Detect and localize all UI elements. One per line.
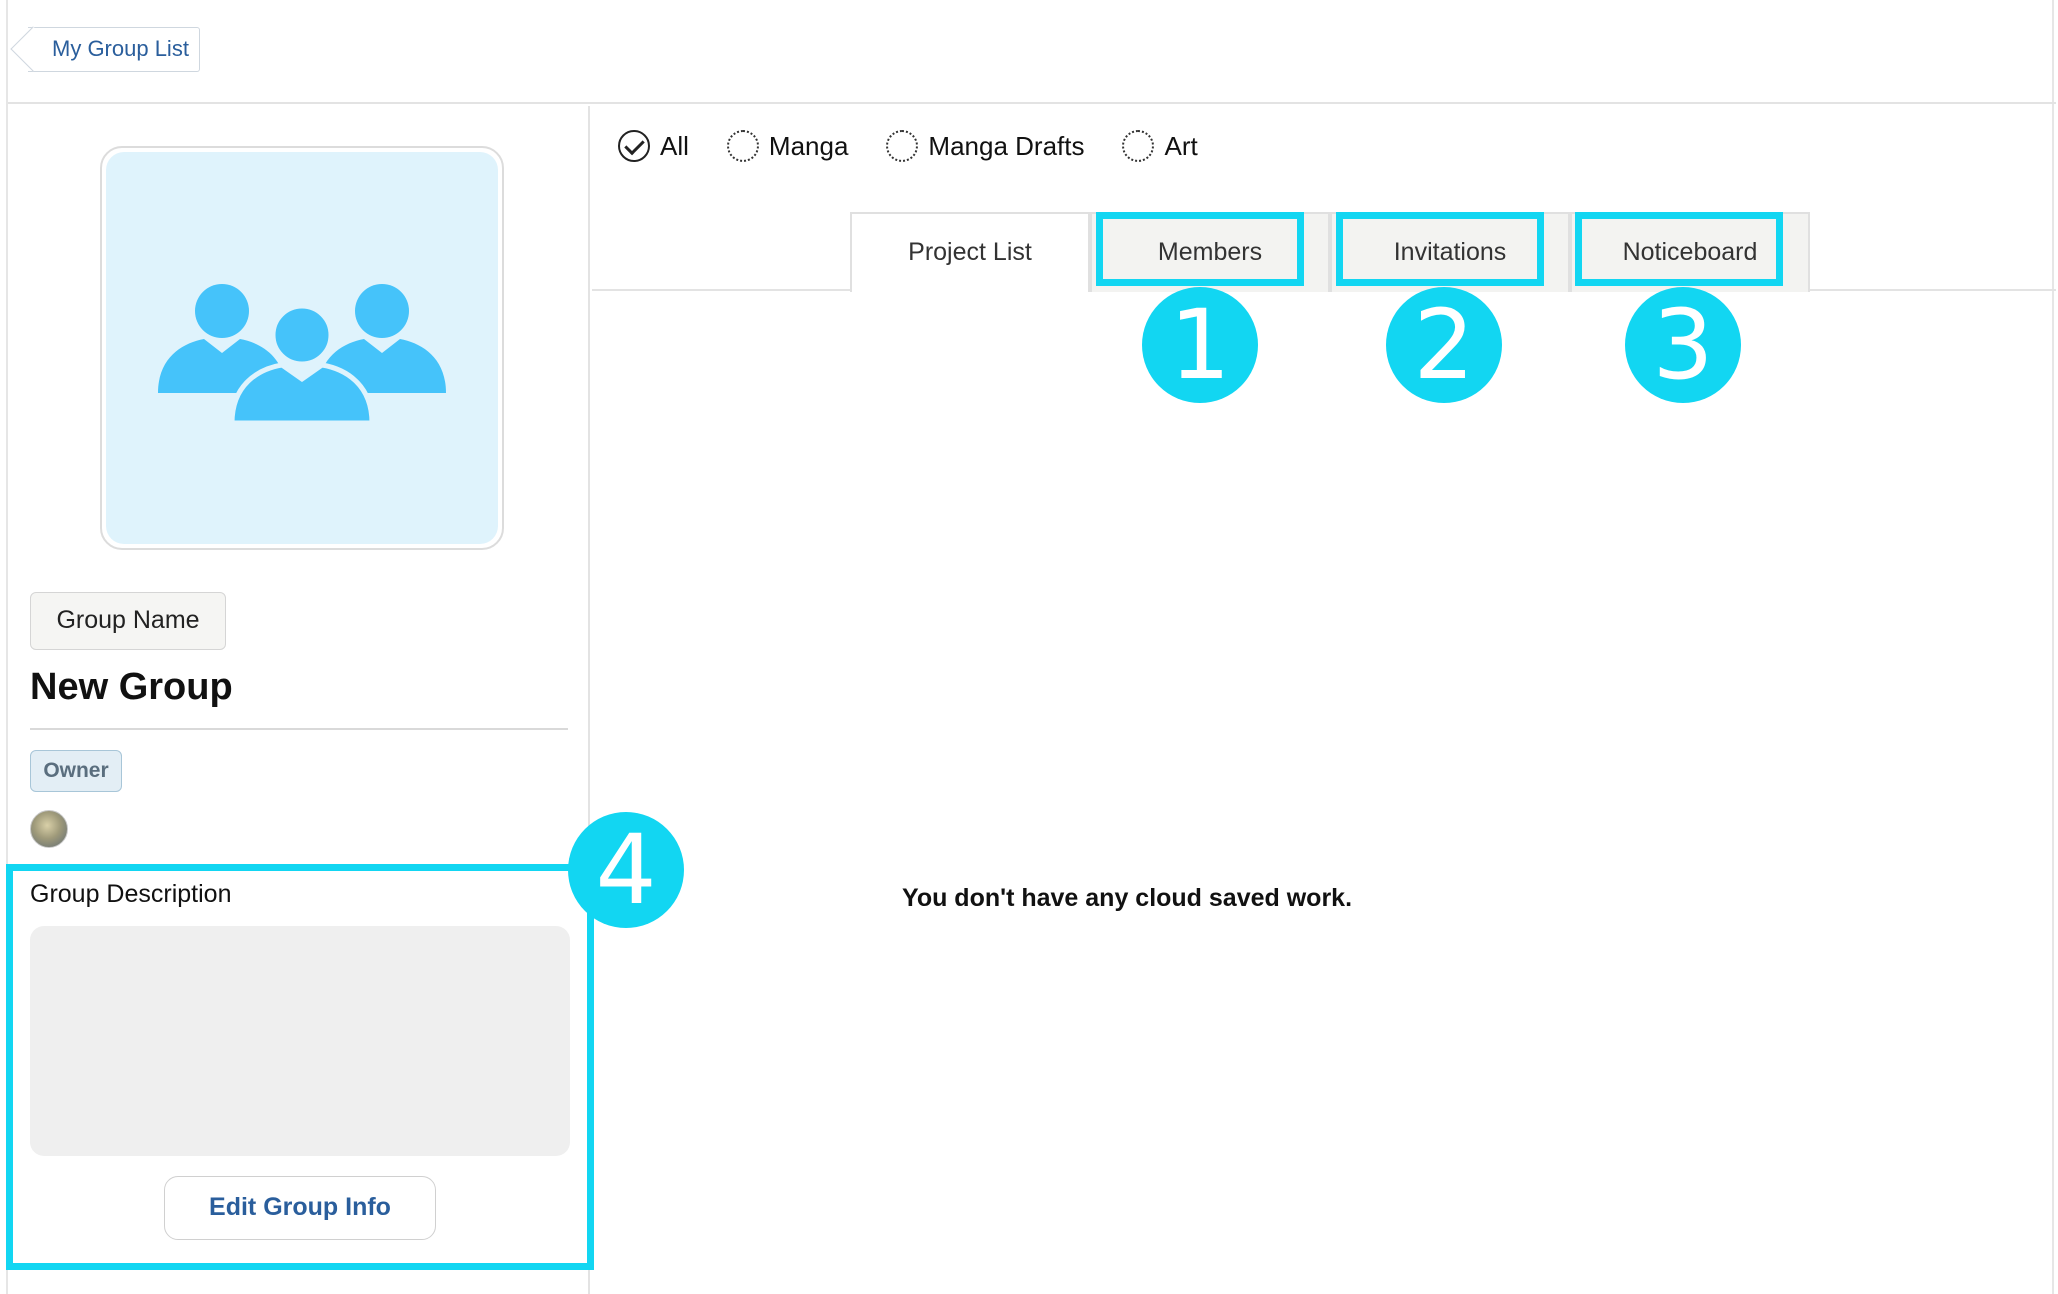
filter-manga-drafts[interactable]: Manga Drafts: [886, 130, 1084, 162]
radio-circle-icon: [1122, 130, 1155, 162]
filter-label: Art: [1164, 130, 1198, 161]
annotation-number-2: 2: [1386, 287, 1502, 403]
owner-badge: Owner: [30, 750, 122, 792]
main-content: All Manga Manga Drafts Art Project List …: [592, 106, 2056, 1294]
filter-art[interactable]: Art: [1122, 130, 1198, 162]
radio-circle-icon: [726, 130, 759, 162]
group-name-button[interactable]: Group Name: [30, 592, 226, 650]
tab-project-list[interactable]: Project List: [850, 212, 1090, 292]
back-button-label: My Group List: [52, 36, 189, 61]
filter-label: All: [660, 130, 689, 161]
highlight-invitations: [1336, 212, 1544, 286]
checked-circle-icon: [618, 130, 650, 162]
highlight-group-description: [6, 864, 594, 1270]
annotation-number-4: 4: [568, 812, 684, 928]
group-avatar[interactable]: [100, 146, 504, 550]
my-group-list-back-button[interactable]: My Group List: [28, 27, 200, 72]
member-avatar[interactable]: [30, 810, 68, 848]
radio-circle-icon: [886, 130, 919, 162]
highlight-noticeboard: [1575, 212, 1783, 286]
group-title: New Group: [30, 666, 233, 708]
filter-label: Manga Drafts: [928, 130, 1085, 161]
filter-all[interactable]: All: [618, 130, 689, 162]
filter-radio-group: All Manga Manga Drafts Art: [618, 130, 1236, 162]
highlight-members: [1096, 212, 1304, 286]
annotation-number-3: 3: [1625, 287, 1741, 403]
empty-state-message: You don't have any cloud saved work.: [902, 884, 1353, 912]
filter-label: Manga: [768, 130, 849, 161]
annotation-number-1: 1: [1142, 287, 1258, 403]
filter-manga[interactable]: Manga: [726, 130, 849, 162]
group-people-icon: [158, 284, 446, 423]
top-bar: My Group List: [8, 0, 2056, 104]
divider: [30, 728, 568, 730]
